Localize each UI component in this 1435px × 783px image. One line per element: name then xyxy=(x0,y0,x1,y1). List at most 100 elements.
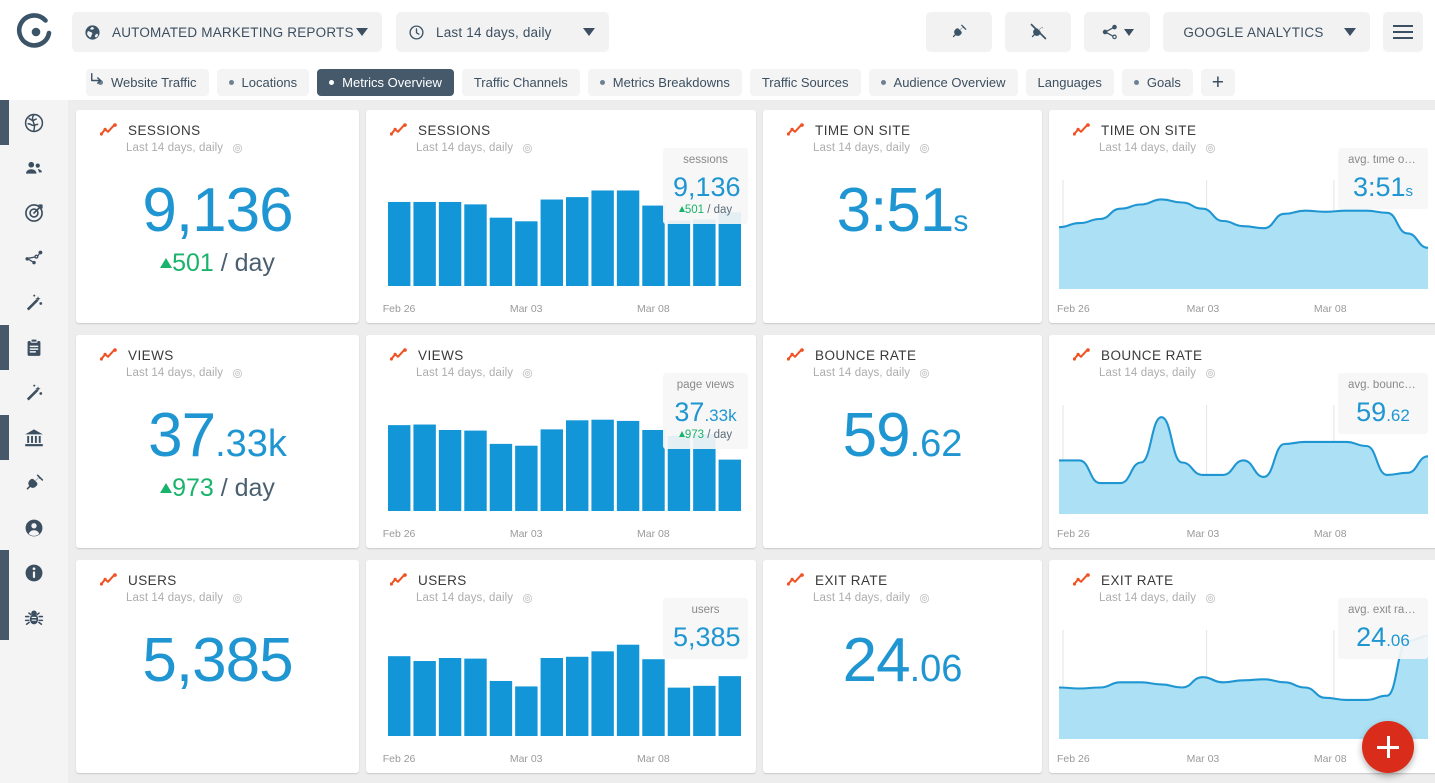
sidebar-item-bank[interactable] xyxy=(0,415,68,460)
tab-metrics-breakdowns[interactable]: Metrics Breakdowns xyxy=(587,68,742,96)
tab-label: Audience Overview xyxy=(893,74,1006,90)
card-title: TIME ON SITE xyxy=(1101,123,1197,138)
disconnect-button[interactable] xyxy=(1005,12,1071,52)
bar xyxy=(489,680,513,736)
overlay-value-row: 37.33k xyxy=(673,396,738,427)
kpi-fraction: .33k xyxy=(215,423,287,465)
data-source-selector[interactable]: GOOGLE ANALYTICS xyxy=(1163,12,1370,52)
overlay-main: 37 xyxy=(674,396,705,427)
overlay-label: users xyxy=(691,605,720,616)
sidebar-item-magic-wand[interactable] xyxy=(0,280,68,325)
sparkline-icon xyxy=(100,123,117,136)
card-title-row: EXIT RATE xyxy=(1073,573,1435,588)
sidebar-item-share-nodes[interactable] xyxy=(0,235,68,280)
chevron-down-icon xyxy=(583,28,595,36)
tab-traffic-channels[interactable]: Traffic Channels xyxy=(461,68,580,96)
subdirectory-arrow-icon xyxy=(88,70,106,93)
card-header: SESSIONS Last 14 days, daily xyxy=(76,110,359,154)
widget-card-time-on-site-number[interactable]: TIME ON SITE Last 14 days, daily 3:51s xyxy=(763,110,1042,323)
widget-card-exit-rate-number[interactable]: EXIT RATE Last 14 days, daily 24.06 xyxy=(763,560,1042,773)
kpi-number-row: 9,136 xyxy=(76,180,359,242)
card-subtitle-row: Last 14 days, daily xyxy=(126,142,359,154)
target-icon xyxy=(233,368,243,378)
add-widget-fab[interactable] xyxy=(1362,721,1414,773)
trend-up-icon xyxy=(160,483,173,493)
tab-audience-overview[interactable]: Audience Overview xyxy=(868,68,1018,96)
widget-card-bounce-rate-area[interactable]: BOUNCE RATE Last 14 days, daily Feb 26 Mar … xyxy=(1049,335,1435,548)
main-body: SESSIONS Last 14 days, daily 9,136 501 / da… xyxy=(0,100,1435,783)
target-icon xyxy=(25,203,43,222)
card-title: TIME ON SITE xyxy=(815,123,911,138)
x-axis-tick: Mar 03 xyxy=(509,753,543,765)
tab-traffic-sources[interactable]: Traffic Sources xyxy=(749,68,861,96)
bar xyxy=(591,190,614,286)
sidebar-item-target[interactable] xyxy=(0,190,68,235)
bar xyxy=(515,686,538,736)
area-fill xyxy=(1059,199,1428,289)
bar xyxy=(413,661,436,736)
kpi-fraction: .06 xyxy=(909,648,963,690)
main-menu-button[interactable] xyxy=(1383,12,1423,52)
magic-wand-icon xyxy=(26,384,43,401)
overlay-delta: 973 xyxy=(684,428,705,441)
tab-label: Metrics Overview xyxy=(342,74,442,90)
plug-button[interactable] xyxy=(926,12,992,52)
overlay-delta: 501 xyxy=(684,203,705,216)
sidebar-active-accent xyxy=(0,415,9,460)
sidebar-item-plug[interactable] xyxy=(0,460,68,505)
x-axis-tick: Feb 26 xyxy=(382,753,416,765)
sidebar-item-users[interactable] xyxy=(0,145,68,190)
bar xyxy=(566,656,589,736)
x-axis-tick: Mar 03 xyxy=(509,303,543,315)
tab-list: Website Traffic Locations Metrics Overview… xyxy=(86,68,1201,96)
sparkline-icon xyxy=(787,123,804,136)
card-subtitle: Last 14 days, daily xyxy=(416,592,514,604)
sidebar-item-clipboard[interactable] xyxy=(0,325,68,370)
x-axis-tick: Feb 26 xyxy=(1057,753,1090,765)
widget-card-sessions-bars[interactable]: SESSIONS Last 14 days, daily Feb 26 Mar 03 M… xyxy=(366,110,756,323)
add-tab-button[interactable]: + xyxy=(1200,68,1235,96)
widget-card-users-bars[interactable]: USERS Last 14 days, daily Feb 26 Mar 03 Mar … xyxy=(366,560,756,773)
widget-card-users-number[interactable]: USERS Last 14 days, daily 5,385 xyxy=(76,560,359,773)
tab-goals[interactable]: Goals xyxy=(1121,68,1193,96)
bar xyxy=(540,199,563,286)
widget-card-time-on-site-area[interactable]: TIME ON SITE Last 14 days, daily Feb 26 Mar… xyxy=(1049,110,1435,323)
sidebar-item-bug[interactable] xyxy=(0,595,68,640)
tab-status-dot-icon xyxy=(329,79,335,85)
tab-label: Metrics Breakdowns xyxy=(612,74,730,90)
sidebar-item-magic-wand[interactable] xyxy=(0,370,68,415)
bar xyxy=(718,676,741,736)
widget-card-views-bars[interactable]: VIEWS Last 14 days, daily Feb 26 Mar 03 Mar … xyxy=(366,335,756,548)
report-selector-label: AUTOMATED MARKETING REPORTS xyxy=(112,24,354,40)
bar xyxy=(667,687,691,736)
users-icon xyxy=(26,161,42,174)
bar xyxy=(591,419,614,511)
date-range-selector[interactable]: Last 14 days, daily xyxy=(396,12,609,52)
card-subtitle: Last 14 days, daily xyxy=(813,142,911,154)
card-subtitle: Last 14 days, daily xyxy=(813,367,911,379)
share-button[interactable] xyxy=(1084,12,1150,52)
overlay-fraction: .62 xyxy=(1386,405,1410,425)
sidebar-item-info[interactable] xyxy=(0,550,68,595)
tab-metrics-overview[interactable]: Metrics Overview xyxy=(317,68,454,96)
widget-card-bounce-rate-number[interactable]: BOUNCE RATE Last 14 days, daily 59.62 xyxy=(763,335,1042,548)
app-logo[interactable] xyxy=(14,10,58,54)
tab-status-dot-icon xyxy=(1133,79,1139,85)
kpi-value: 24.06 xyxy=(763,630,1042,692)
target-icon xyxy=(1206,143,1216,153)
tab-locations[interactable]: Locations xyxy=(216,68,310,96)
target-icon xyxy=(920,143,930,153)
overlay-delta-row: 501 / day xyxy=(673,203,738,217)
overlay-delta-row: 973 / day xyxy=(673,428,738,442)
card-title: EXIT RATE xyxy=(1101,573,1174,588)
report-selector[interactable]: AUTOMATED MARKETING REPORTS xyxy=(72,12,382,52)
widget-card-sessions-number[interactable]: SESSIONS Last 14 days, daily 9,136 501 / da… xyxy=(76,110,359,323)
tab-label: Traffic Sources xyxy=(761,74,849,90)
sidebar-item-account[interactable] xyxy=(0,505,68,550)
widget-card-views-number[interactable]: VIEWS Last 14 days, daily 37.33k 973 / day xyxy=(76,335,359,548)
bank-icon xyxy=(25,428,43,446)
target-icon xyxy=(523,368,533,378)
x-axis-tick: Mar 08 xyxy=(637,528,670,540)
sidebar-item-globe[interactable] xyxy=(0,100,68,145)
tab-languages[interactable]: Languages xyxy=(1025,68,1114,96)
